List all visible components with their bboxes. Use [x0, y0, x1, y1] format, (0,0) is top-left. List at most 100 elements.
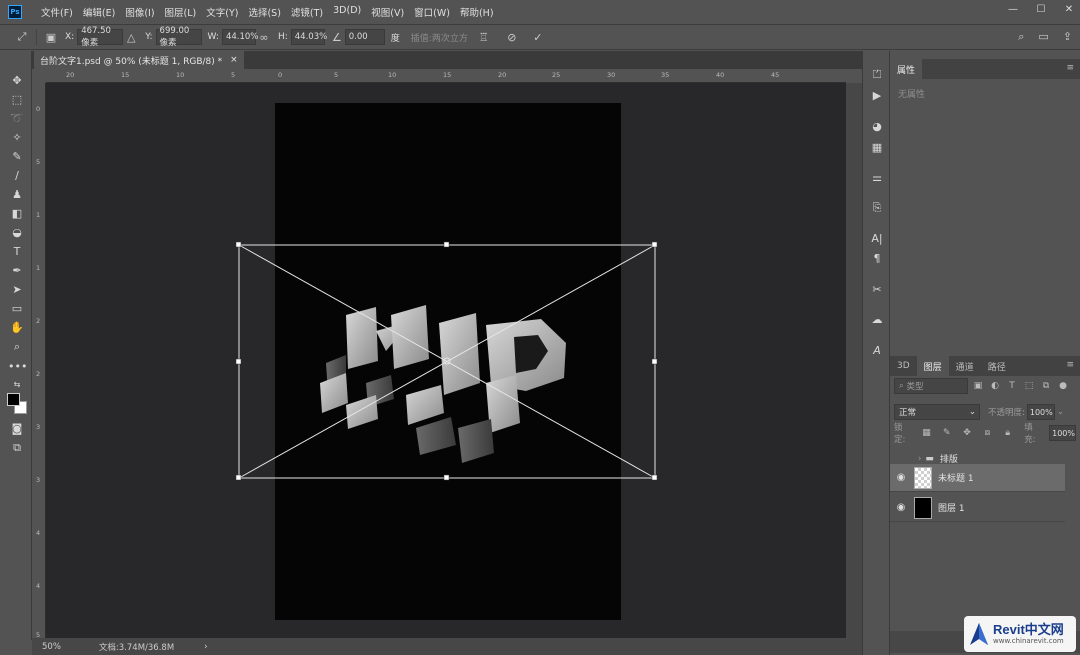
ruler-origin[interactable] — [32, 69, 46, 83]
lock-position-icon[interactable]: ✥ — [960, 426, 973, 440]
history-icon[interactable]: ⏍ — [869, 67, 885, 83]
more-tools-icon[interactable]: ••• — [8, 359, 27, 375]
menu-type[interactable]: 文字(Y) — [201, 5, 243, 19]
transform-handle-tl[interactable] — [235, 241, 242, 248]
cancel-icon[interactable]: ⊘ — [504, 29, 520, 45]
lock-transparency-icon[interactable]: ▦ — [920, 426, 933, 440]
type-tool-icon[interactable]: T — [8, 244, 26, 260]
menu-window[interactable]: 窗口(W) — [409, 5, 455, 19]
transform-handle-mr[interactable] — [651, 358, 658, 365]
zoom-level[interactable]: 50% — [42, 642, 61, 652]
fill-field[interactable]: 100% — [1049, 425, 1076, 441]
workspace-icon[interactable]: ▭ — [1038, 30, 1048, 44]
horizontal-ruler[interactable]: 20 15 10 5 0 5 10 15 20 25 30 35 40 45 — [46, 69, 846, 83]
expand-chevron-icon[interactable]: › — [918, 454, 921, 464]
swap-colors-icon[interactable]: ⇆ — [8, 377, 26, 393]
layer-row-selected[interactable]: ◉ 未标题 1 — [890, 464, 1065, 492]
transform-handle-tr[interactable] — [651, 241, 658, 248]
pixel-filter-icon[interactable]: ▣ — [971, 379, 985, 393]
interpolation-label[interactable]: 插值:两次立方 — [411, 31, 468, 44]
vertical-ruler[interactable]: 0 5 1 1 2 2 3 3 4 4 5 — [32, 83, 46, 639]
clone-source-icon[interactable]: ⎘ — [869, 200, 885, 216]
status-menu-arrow[interactable]: › — [204, 642, 207, 652]
layers-menu-icon[interactable]: ≡ — [1066, 360, 1074, 370]
transform-handle-br[interactable] — [651, 474, 658, 481]
color-swatches[interactable] — [7, 393, 31, 419]
stamp-tool-icon[interactable]: ♟ — [8, 187, 26, 203]
y-field[interactable]: 699.00 像素 — [155, 26, 202, 48]
blend-mode-select[interactable]: 正常 ⌄ — [894, 404, 980, 420]
move-tool-icon[interactable]: ✥ — [8, 73, 26, 89]
menu-image[interactable]: 图像(I) — [120, 5, 159, 19]
tab-paths[interactable]: 路径 — [981, 356, 1013, 376]
search-icon[interactable]: ⌕ — [1018, 30, 1024, 44]
libraries-icon[interactable]: ☁ — [869, 312, 885, 328]
marquee-tool-icon[interactable]: ⬚ — [8, 92, 26, 108]
brush-settings-icon[interactable]: ✂ — [869, 282, 885, 298]
w-field[interactable]: 44.10% — [221, 29, 258, 45]
transform-handle-ml[interactable] — [235, 358, 242, 365]
brush-tool-icon[interactable]: ∕ — [8, 168, 26, 184]
layer-filter-search[interactable]: ⌕ 类型 — [894, 378, 968, 394]
angle-field[interactable]: 0.00 — [344, 29, 385, 45]
type-filter-icon[interactable]: T — [1005, 379, 1019, 393]
swatches-grid-icon[interactable]: ▦ — [869, 140, 885, 156]
menu-view[interactable]: 视图(V) — [366, 5, 409, 19]
smart-filter-icon[interactable]: ⧉ — [1039, 379, 1053, 393]
shape-filter-icon[interactable]: ⬚ — [1022, 379, 1036, 393]
menu-3d[interactable]: 3D(D) — [328, 5, 366, 19]
character-icon[interactable]: A| — [869, 231, 885, 247]
eye-icon[interactable]: ◉ — [890, 472, 912, 483]
link-icon[interactable]: ∞ — [256, 29, 272, 45]
color-palette-icon[interactable]: ◕ — [869, 119, 885, 135]
maximize-icon[interactable]: ☐ — [1034, 4, 1048, 15]
tab-3d[interactable]: 3D — [890, 356, 917, 376]
h-field[interactable]: 44.03% — [290, 29, 327, 45]
menu-help[interactable]: 帮助(H) — [455, 5, 499, 19]
tab-channels[interactable]: 通道 — [949, 356, 981, 376]
path-select-icon[interactable]: ➤ — [8, 282, 26, 298]
chevron-down-icon[interactable]: ⌄ — [1057, 407, 1064, 417]
eyedropper-icon[interactable]: ✎ — [8, 149, 26, 165]
transform-handle-bl[interactable] — [235, 474, 242, 481]
photoshop-logo-icon[interactable]: Ps — [8, 5, 22, 19]
quick-mask-icon[interactable]: ◙ — [8, 421, 26, 437]
opacity-field[interactable]: 100% — [1026, 404, 1055, 420]
reference-point-icon[interactable]: ▣ — [43, 29, 59, 45]
close-tab-icon[interactable]: × — [230, 55, 238, 65]
tab-properties[interactable]: 属性 — [890, 59, 923, 79]
minimize-icon[interactable]: — — [1006, 4, 1020, 15]
eraser-tool-icon[interactable]: ◧ — [8, 206, 26, 222]
warp-icon[interactable]: ♖ — [476, 29, 492, 45]
menu-layer[interactable]: 图层(L) — [160, 5, 202, 19]
adjustment-filter-icon[interactable]: ◐ — [988, 379, 1002, 393]
pen-tool-icon[interactable]: ✒ — [8, 263, 26, 279]
panel-menu-icon[interactable]: ≡ — [1066, 63, 1074, 73]
lock-artboard-icon[interactable]: ⧈ — [981, 426, 994, 440]
canvas-workspace[interactable] — [46, 83, 846, 638]
hand-tool-icon[interactable]: ✋ — [8, 320, 26, 336]
delta-icon[interactable]: △ — [123, 29, 139, 45]
lasso-tool-icon[interactable]: ➰ — [8, 111, 26, 127]
zoom-tool-icon[interactable]: ⌕ — [8, 339, 26, 355]
transform-handle-bc[interactable] — [443, 474, 450, 481]
lock-pixels-icon[interactable]: ✎ — [940, 426, 953, 440]
transform-handle-tc[interactable] — [443, 241, 450, 248]
paint-bucket-icon[interactable]: ◒ — [8, 225, 26, 241]
commit-icon[interactable]: ✓ — [530, 29, 546, 45]
glyphs-icon[interactable]: A — [869, 343, 885, 359]
menu-select[interactable]: 选择(S) — [243, 5, 285, 19]
adjustments-icon[interactable]: ⚌ — [869, 170, 885, 186]
transform-tool-icon[interactable]: ⤢ — [14, 29, 30, 45]
menu-file[interactable]: 文件(F) — [36, 5, 78, 19]
filter-toggle-icon[interactable]: ● — [1056, 379, 1070, 393]
share-icon[interactable]: ⇪ — [1063, 30, 1072, 44]
eye-icon[interactable]: ◉ — [890, 502, 912, 513]
vertical-scrollbar[interactable] — [846, 83, 862, 638]
foreground-color[interactable] — [7, 393, 20, 406]
menu-filter[interactable]: 滤镜(T) — [286, 5, 328, 19]
x-field[interactable]: 467.50 像素 — [77, 26, 124, 48]
actions-play-icon[interactable]: ▶ — [869, 88, 885, 104]
document-tab[interactable]: 台阶文字1.psd @ 50% (未标题 1, RGB/8) * × — [34, 51, 244, 69]
screen-mode-icon[interactable]: ⧉ — [8, 440, 26, 456]
